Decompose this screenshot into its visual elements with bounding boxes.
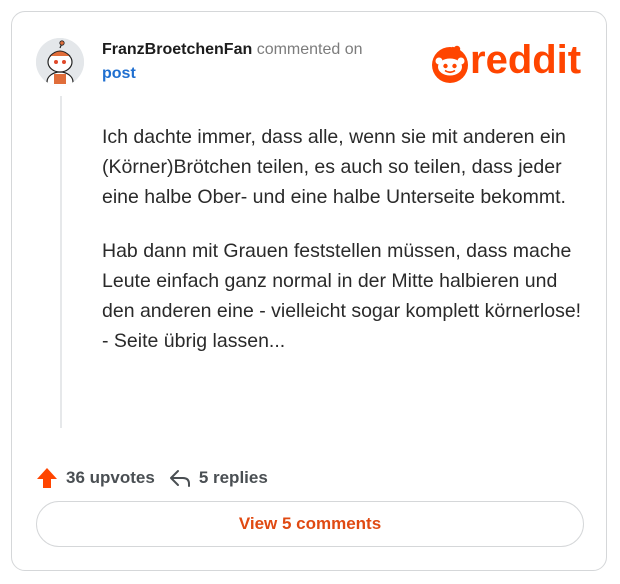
comment-paragraph: Hab dann mit Grauen feststellen müssen, … bbox=[102, 240, 582, 352]
reply-arrow-icon bbox=[169, 470, 190, 487]
comment-card: FranzBroetchenFan commented on post redd… bbox=[11, 11, 607, 571]
thread-line bbox=[60, 96, 62, 428]
comment-body: Ich dachte immer, dass alle, wenn sie mi… bbox=[102, 122, 582, 380]
user-avatar[interactable] bbox=[36, 38, 84, 86]
reddit-wordmark: reddit bbox=[470, 38, 582, 82]
comment-actions: 36 upvotes 5 replies bbox=[36, 464, 268, 492]
reddit-snoo-icon bbox=[432, 45, 468, 83]
snoo-avatar-icon bbox=[36, 38, 84, 86]
view-comments-button[interactable]: View 5 comments bbox=[36, 501, 584, 547]
upvote-button[interactable]: 36 upvotes bbox=[36, 466, 155, 490]
reply-count: 5 replies bbox=[198, 468, 268, 487]
upvote-arrow-icon bbox=[37, 468, 57, 488]
action-text: commented on bbox=[256, 41, 363, 58]
username-link[interactable]: FranzBroetchenFan bbox=[102, 41, 252, 58]
reddit-logo[interactable]: reddit bbox=[430, 38, 586, 84]
upvote-count: 36 upvotes bbox=[66, 468, 155, 487]
replies-button[interactable]: 5 replies bbox=[155, 468, 268, 488]
comment-paragraph: Ich dachte immer, dass alle, wenn sie mi… bbox=[102, 126, 566, 208]
post-link[interactable]: post bbox=[102, 65, 136, 82]
comment-header: FranzBroetchenFan commented on post bbox=[102, 38, 402, 86]
